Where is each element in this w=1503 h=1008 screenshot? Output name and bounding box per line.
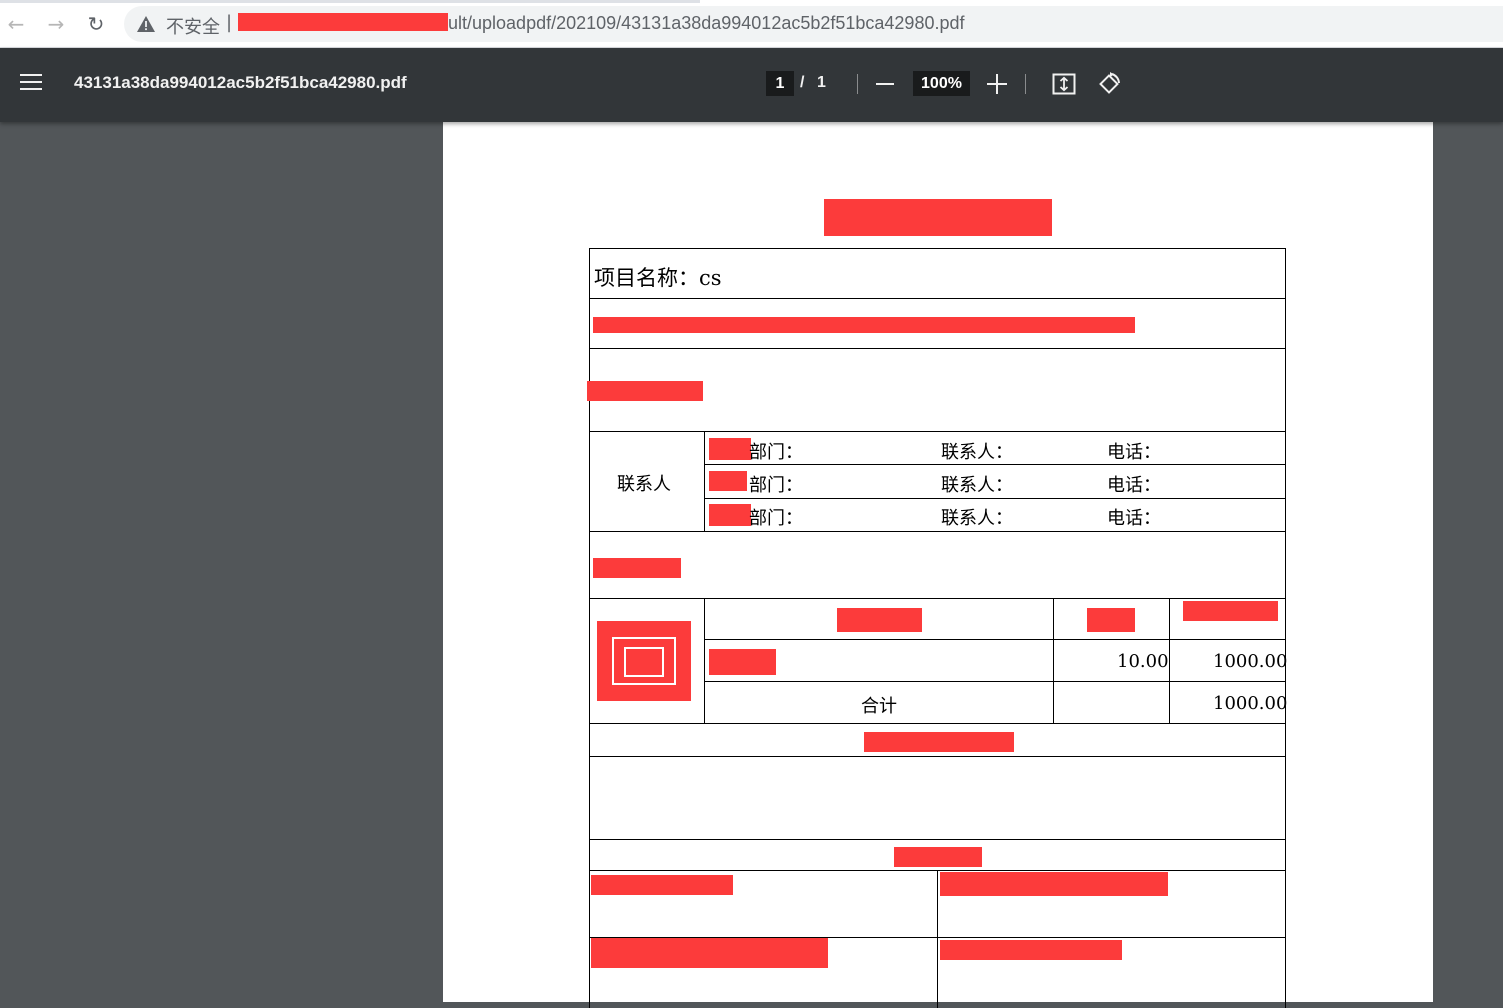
total-label: 合计 [861,696,897,717]
table-rule [704,431,705,531]
table-rule [937,870,938,1008]
menu-icon[interactable] [20,74,42,96]
contact-person-label: 联系人： [941,508,1013,529]
table-rule [589,756,1286,757]
redacted-text [591,875,733,895]
redacted-text [940,872,1168,896]
redacted-text [593,558,681,578]
zoom-level-input[interactable]: 100% [913,71,970,96]
zoom-out-icon[interactable] [876,83,894,85]
table-rule [704,681,1286,682]
pdf-page: 项目名称：cs 联系人 部门： 联系人： 电话： 部门： 联系人： 电话： 部门… [443,122,1433,1008]
table-rule [1053,598,1054,723]
contact-dept-label: 部门： [749,442,803,463]
redacted-url-host [238,13,448,31]
redacted-title [824,199,1052,236]
page-total: 1 [817,74,826,91]
table-rule [589,839,1286,840]
redacted-text [709,471,747,491]
contact-dept-label: 部门： [749,475,803,496]
table-rule [704,464,1286,465]
insecure-label: 不安全 [166,17,220,38]
redacted-text [864,732,1014,752]
contact-person-label: 联系人： [941,442,1013,463]
reload-icon[interactable]: ↻ [84,12,108,36]
toolbar-divider [1025,74,1026,94]
table-rule [704,598,705,723]
toolbar-divider [857,74,858,94]
table-border [1285,248,1286,1008]
zoom-in-icon[interactable] [987,74,1007,94]
table-rule [589,248,1286,249]
fit-page-icon[interactable] [1052,72,1076,96]
table-border [589,248,590,1008]
table-rule [704,498,1286,499]
warning-icon[interactable] [136,14,156,34]
redacted-text [709,504,751,526]
contact-person-label: 联系人： [941,475,1013,496]
redacted-header [1183,601,1278,621]
redacted-text [940,940,1122,960]
table-rule [704,639,1286,640]
contact-phone-label: 电话： [1107,442,1161,463]
forward-icon[interactable]: → [44,12,68,36]
page-slash: / [800,74,805,91]
browser-address-bar: ← → ↻ 不安全 | ult/uploadpdf/202109/43131a3… [0,0,1503,48]
table-rule [589,598,1286,599]
form-table: 项目名称：cs 联系人 部门： 联系人： 电话： 部门： 联系人： 电话： 部门… [587,248,1288,1008]
table-rule [1169,598,1170,723]
redacted-header [1087,608,1135,632]
contact-phone-label: 电话： [1107,508,1161,529]
url-separator: | [226,12,233,33]
page-number-input[interactable]: 1 [766,71,794,96]
redacted-item-name [709,649,776,675]
table-rule [589,298,1286,299]
pdf-toolbar: 43131a38da994012ac5b2f51bca42980.pdf 1 /… [0,48,1503,122]
contacts-group-label: 联系人 [617,474,671,495]
redacted-text [894,847,982,867]
url-text[interactable]: ult/uploadpdf/202109/43131a38da994012ac5… [448,13,965,34]
table-rule [589,723,1286,724]
item-unit-price: 10.00 [1117,651,1169,672]
table-rule [589,348,1286,349]
redacted-text [709,438,751,460]
total-amount: 1000.00 [1213,693,1288,714]
redacted-text [587,381,703,401]
project-name-label: 项目名称：cs [594,266,722,290]
contact-phone-label: 电话： [1107,475,1161,496]
back-icon[interactable]: ← [4,12,28,36]
item-amount: 1000.00 [1213,651,1288,672]
redacted-text [591,938,828,968]
redacted-header [837,608,922,632]
table-rule [589,431,1286,432]
table-rule [589,531,1286,532]
tab-strip-edge [0,0,700,3]
redacted-glyph-overlay [612,637,676,685]
rotate-icon[interactable] [1096,71,1122,97]
omnibox[interactable]: 不安全 | ult/uploadpdf/202109/43131a38da994… [124,6,1503,42]
document-title: 43131a38da994012ac5b2f51bca42980.pdf [74,73,407,92]
contact-dept-label: 部门： [749,508,803,529]
redacted-text [593,317,1135,333]
